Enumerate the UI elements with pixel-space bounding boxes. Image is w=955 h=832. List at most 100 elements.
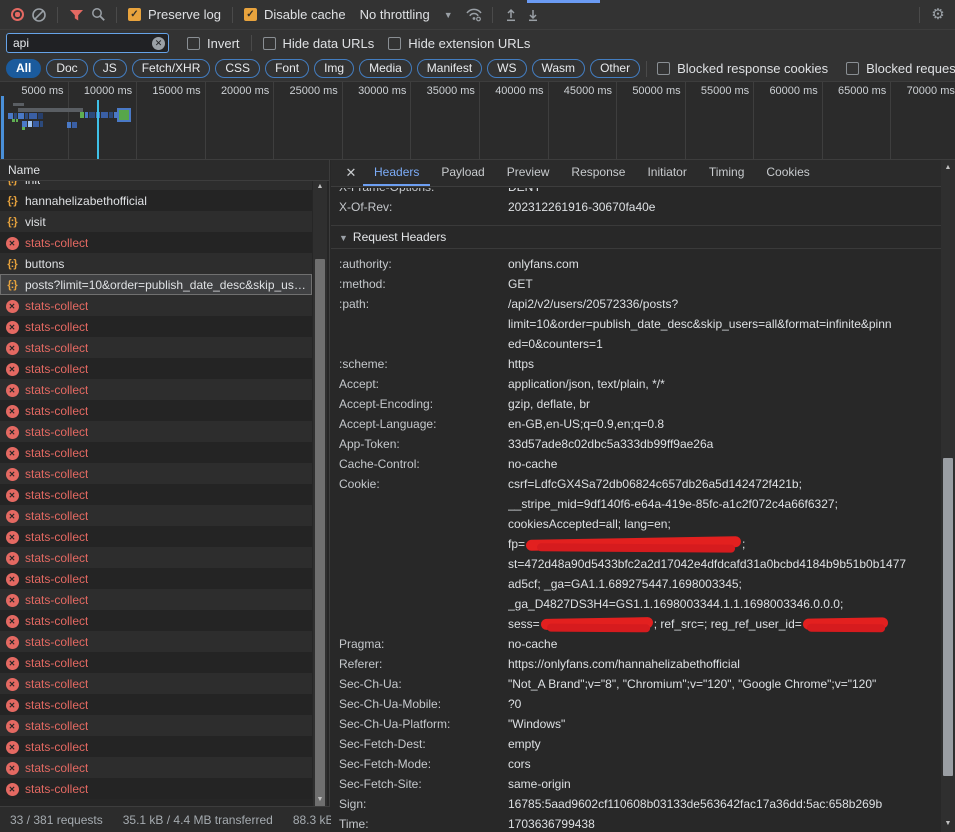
checkbox-box[interactable] <box>187 37 200 50</box>
request-row[interactable]: {:}visit <box>0 211 312 232</box>
type-filter-all[interactable]: All <box>6 59 41 78</box>
scroll-up-icon[interactable]: ▲ <box>313 181 327 193</box>
checkbox-label: Invert <box>207 36 240 51</box>
request-row[interactable]: ✕stats-collect <box>0 400 312 421</box>
header-name: Pragma: <box>339 634 508 654</box>
scroll-down-icon[interactable]: ▼ <box>313 794 327 806</box>
request-row[interactable]: ✕stats-collect <box>0 757 312 778</box>
request-row[interactable]: ✕stats-collect <box>0 568 312 589</box>
request-row[interactable]: ✕stats-collect <box>0 316 312 337</box>
requests-scrollbar[interactable]: ▲ ▼ <box>313 181 327 806</box>
import-har-button[interactable] <box>500 4 522 26</box>
request-row[interactable]: ✕stats-collect <box>0 631 312 652</box>
header-name: Referer: <box>339 654 508 674</box>
type-filter-doc[interactable]: Doc <box>46 59 87 78</box>
checkbox-label: Hide data URLs <box>283 36 375 51</box>
request-row[interactable]: ✕stats-collect <box>0 442 312 463</box>
tab-payload[interactable]: Payload <box>430 160 495 186</box>
tab-headers[interactable]: Headers <box>363 160 430 186</box>
request-row[interactable]: ✕stats-collect <box>0 652 312 673</box>
request-row[interactable]: ✕stats-collect <box>0 337 312 358</box>
network-conditions-button[interactable] <box>463 4 485 26</box>
scrollbar-thumb[interactable] <box>943 458 953 776</box>
header-value-text: __stripe_mid=9df140f6-e64a-419e-85fc-a1c… <box>508 497 838 511</box>
record-button[interactable] <box>6 4 28 26</box>
name-column-header[interactable]: Name <box>0 160 329 181</box>
request-row[interactable]: ✕stats-collect <box>0 547 312 568</box>
tab-initiator[interactable]: Initiator <box>636 160 697 186</box>
checkbox-box[interactable] <box>263 37 276 50</box>
request-row[interactable]: ✕stats-collect <box>0 526 312 547</box>
request-row[interactable]: {:}init <box>0 181 312 190</box>
request-headers-section-header[interactable]: ▼Request Headers <box>331 225 941 249</box>
network-overview-timeline[interactable]: 5000 ms10000 ms15000 ms20000 ms25000 ms3… <box>0 82 955 160</box>
request-row[interactable]: ✕stats-collect <box>0 610 312 631</box>
clear-filter-icon[interactable]: ✕ <box>152 37 165 50</box>
request-row[interactable]: ✕stats-collect <box>0 358 312 379</box>
checkbox-box[interactable] <box>388 37 401 50</box>
request-row[interactable]: ✕stats-collect <box>0 232 312 253</box>
request-row[interactable]: ✕stats-collect <box>0 463 312 484</box>
details-scrollbar[interactable]: ▲ ▼ <box>941 160 955 832</box>
clear-button[interactable] <box>28 4 50 26</box>
request-name: stats-collect <box>25 362 88 376</box>
tab-preview[interactable]: Preview <box>496 160 561 186</box>
type-filter-js[interactable]: JS <box>93 59 127 78</box>
type-filter-other[interactable]: Other <box>590 59 640 78</box>
request-row[interactable]: ✕stats-collect <box>0 589 312 610</box>
export-har-button[interactable] <box>522 4 544 26</box>
filter-button[interactable] <box>65 4 87 26</box>
disable-cache-checkbox[interactable]: ✓Disable cache <box>244 7 346 22</box>
request-row[interactable]: ✕stats-collect <box>0 673 312 694</box>
tab-timing[interactable]: Timing <box>698 160 756 186</box>
search-button[interactable] <box>87 4 109 26</box>
checkbox-box[interactable]: ✓ <box>128 8 141 21</box>
checkbox-box[interactable] <box>657 62 670 75</box>
error-icon: ✕ <box>6 468 19 481</box>
tab-response[interactable]: Response <box>560 160 636 186</box>
timeline-brush-handle[interactable] <box>1 96 4 159</box>
type-filter-img[interactable]: Img <box>314 59 354 78</box>
blocked-filter-checkbox[interactable]: Blocked requests <box>846 61 955 76</box>
close-icon[interactable]: ✕ <box>339 160 363 186</box>
scroll-down-icon[interactable]: ▼ <box>941 818 955 830</box>
type-filter-ws[interactable]: WS <box>487 59 526 78</box>
throttling-select[interactable]: No throttling ▼ <box>360 7 453 22</box>
header-value-text: csrf=LdfcGX4Sa72db06824c657db26a5d142472… <box>508 477 802 491</box>
request-row[interactable]: ✕stats-collect <box>0 736 312 757</box>
blocked-filter-checkbox[interactable]: Blocked response cookies <box>657 61 828 76</box>
tab-cookies[interactable]: Cookies <box>755 160 820 186</box>
scroll-up-icon[interactable]: ▲ <box>941 162 955 174</box>
header-row: Accept-Encoding:gzip, deflate, br <box>331 394 941 414</box>
type-filter-manifest[interactable]: Manifest <box>417 59 482 78</box>
scrollbar-thumb[interactable] <box>315 259 325 807</box>
request-row[interactable]: {:}buttons <box>0 253 312 274</box>
settings-button[interactable]: ⚙ <box>927 4 949 26</box>
hide-data-urls-checkbox[interactable]: Hide data URLs <box>263 36 375 51</box>
request-row[interactable]: {:}hannahelizabethofficial <box>0 190 312 211</box>
filter-input[interactable] <box>6 33 169 53</box>
type-filter-css[interactable]: CSS <box>215 59 260 78</box>
hide-extension-urls-checkbox[interactable]: Hide extension URLs <box>388 36 530 51</box>
request-row[interactable]: ✕stats-collect <box>0 484 312 505</box>
request-row[interactable]: ✕stats-collect <box>0 694 312 715</box>
header-name: :method: <box>339 274 508 294</box>
request-row[interactable]: {:}posts?limit=10&order=publish_date_des… <box>0 274 312 295</box>
invert-checkbox[interactable]: Invert <box>187 36 240 51</box>
checkbox-box[interactable]: ✓ <box>244 8 257 21</box>
timeline-tick: 70000 ms <box>891 82 955 160</box>
request-row[interactable]: ✕stats-collect <box>0 505 312 526</box>
request-row[interactable]: ✕stats-collect <box>0 421 312 442</box>
type-filter-fetch-xhr[interactable]: Fetch/XHR <box>132 59 211 78</box>
request-row[interactable]: ✕stats-collect <box>0 715 312 736</box>
header-row: Cache-Control:no-cache <box>331 454 941 474</box>
request-row[interactable]: ✕stats-collect <box>0 379 312 400</box>
type-filter-wasm[interactable]: Wasm <box>532 59 586 78</box>
request-row[interactable]: ✕stats-collect <box>0 295 312 316</box>
type-filter-font[interactable]: Font <box>265 59 309 78</box>
request-row[interactable]: ✕stats-collect <box>0 778 312 799</box>
checkbox-box[interactable] <box>846 62 859 75</box>
header-value: 202312261916-30670fa40e <box>508 197 941 217</box>
type-filter-media[interactable]: Media <box>359 59 412 78</box>
preserve-log-checkbox[interactable]: ✓Preserve log <box>128 7 221 22</box>
